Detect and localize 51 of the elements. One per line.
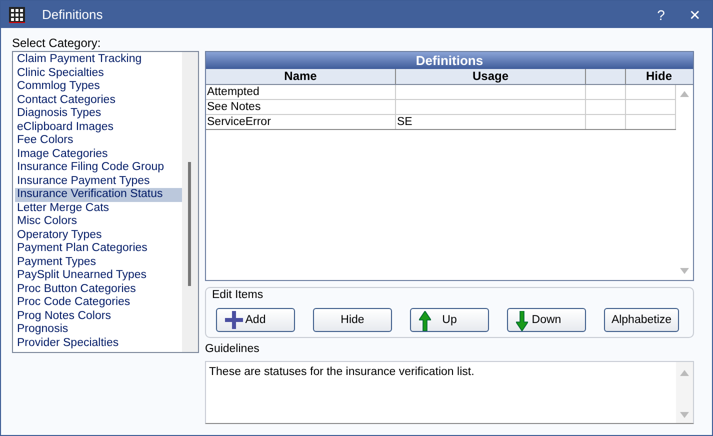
category-item[interactable]: Proc Code Categories (15, 296, 182, 310)
action-button[interactable]: Alphabetize (604, 308, 679, 332)
category-item[interactable]: Image Categories (15, 148, 182, 161)
category-label: Select Category: (12, 36, 102, 50)
category-item[interactable]: Diagnosis Types (15, 107, 182, 120)
category-item[interactable]: Insurance Filing Code Group (15, 161, 182, 174)
guidelines-label: Guidelines (205, 343, 260, 357)
action-button[interactable]: Hide (313, 308, 392, 332)
action-button[interactable]: Add (216, 308, 295, 332)
down-arrow-icon (516, 311, 528, 331)
scroll-up-icon[interactable] (680, 91, 689, 97)
scrollbar-thumb[interactable] (188, 162, 191, 286)
group-label: Edit Items (212, 289, 264, 303)
category-item[interactable]: Misc Colors (15, 215, 182, 228)
category-item[interactable]: Claim Payment Tracking (15, 53, 182, 66)
category-item[interactable]: Letter Merge Cats (15, 202, 182, 215)
scroll-down-icon[interactable] (680, 268, 689, 274)
scroll-down-icon[interactable] (680, 412, 689, 418)
category-item[interactable]: Insurance Verification Status (15, 188, 182, 202)
category-item[interactable]: Commlog Types (15, 80, 182, 94)
grid-icon (9, 6, 25, 22)
category-item[interactable]: Provider Specialties (15, 336, 182, 350)
action-button[interactable]: Up (410, 308, 489, 332)
table-cell: See Notes (206, 100, 396, 114)
column-header: Hide (644, 69, 673, 84)
table-cell: Attempted (206, 85, 396, 99)
column-header: Name (206, 69, 396, 84)
category-item[interactable]: Payment Plan Categories (15, 242, 182, 256)
category-item[interactable]: Operatory Types (15, 228, 182, 242)
category-item[interactable]: PaySplit Unearned Types (15, 269, 182, 282)
close-button[interactable]: ✕ (678, 1, 712, 28)
category-item[interactable]: Prog Notes Colors (15, 310, 182, 323)
table-cell: ServiceError (206, 115, 396, 129)
grid-title: Definitions (206, 52, 693, 69)
category-item[interactable]: Insurance Payment Types (15, 174, 182, 188)
help-button[interactable]: ? (644, 1, 678, 28)
plus-icon (225, 311, 243, 329)
guidelines-textbox[interactable]: These are statuses for the insurance verification list. (205, 361, 694, 424)
category-item[interactable]: Contact Categories (15, 94, 182, 107)
category-item[interactable]: eClipboard Images (15, 120, 182, 134)
category-item[interactable]: Proc Button Categories (15, 282, 182, 296)
window-title: Definitions (42, 7, 104, 22)
action-button[interactable]: Down (507, 308, 586, 332)
up-arrow-icon (419, 311, 431, 331)
category-item[interactable]: Prognosis (15, 323, 182, 336)
category-item[interactable]: Payment Types (15, 256, 182, 269)
category-item[interactable]: Fee Colors (15, 134, 182, 148)
category-item[interactable]: Clinic Specialties (15, 66, 182, 80)
scroll-up-icon[interactable] (680, 370, 689, 376)
table-cell: SE (396, 115, 586, 129)
column-header: Usage (396, 69, 586, 84)
